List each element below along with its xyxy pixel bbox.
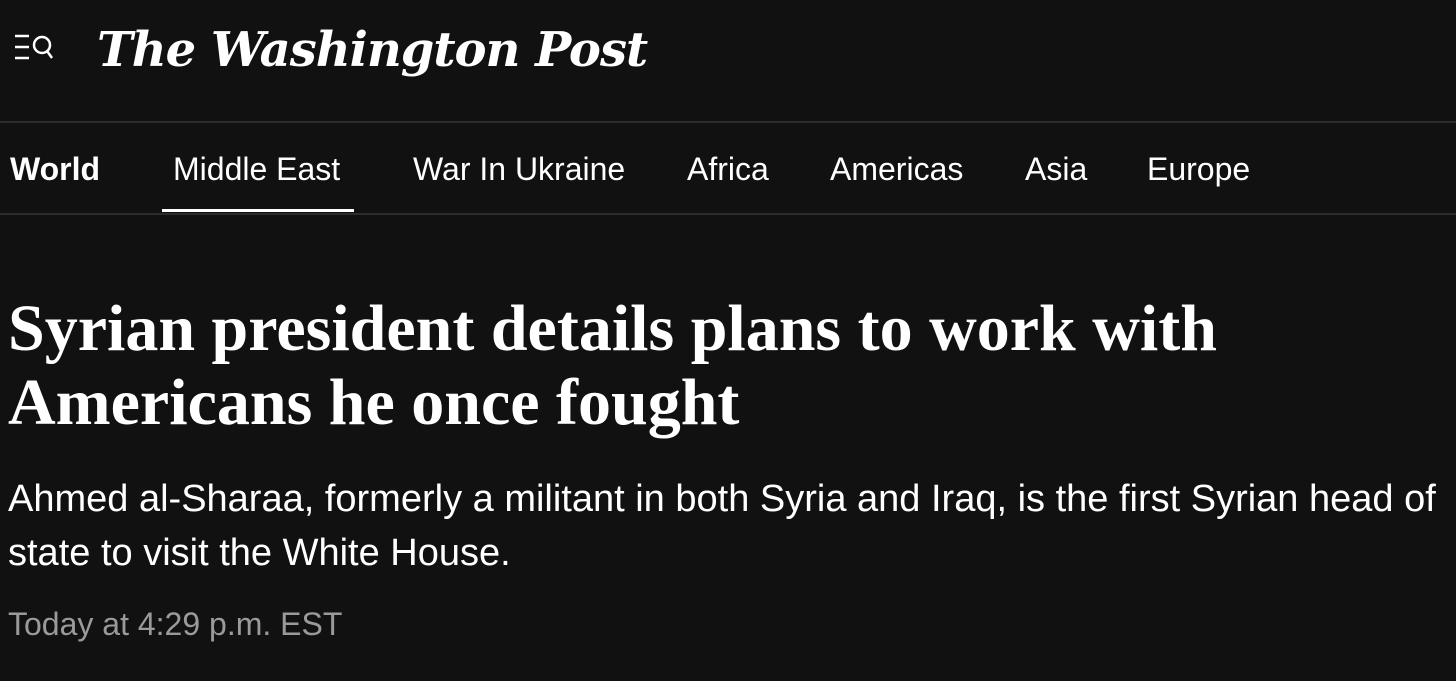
page: The Washington Post World Middle East Wa… <box>0 0 1456 681</box>
nav-section-world[interactable]: World <box>10 123 100 213</box>
article-timestamp: Today at 4:29 p.m. EST <box>8 606 343 642</box>
nav-item-war-in-ukraine[interactable]: War In Ukraine <box>413 123 625 213</box>
article-headline[interactable]: Syrian president details plans to work w… <box>8 292 1428 440</box>
nav-item-asia[interactable]: Asia <box>1025 123 1087 213</box>
article-dek: Ahmed al-Sharaa, formerly a militant in … <box>8 478 1436 574</box>
site-logo[interactable]: The Washington Post <box>97 14 648 86</box>
nav-item-europe[interactable]: Europe <box>1147 123 1250 213</box>
active-tab-indicator <box>162 209 354 212</box>
site-header: The Washington Post <box>0 0 1456 123</box>
menu-search-button[interactable] <box>12 30 56 66</box>
menu-search-icon <box>15 34 54 60</box>
section-nav: World Middle East War In Ukraine Africa … <box>0 123 1456 215</box>
nav-item-middle-east[interactable]: Middle East <box>173 123 340 213</box>
nav-item-americas[interactable]: Americas <box>830 123 963 213</box>
nav-item-africa[interactable]: Africa <box>687 123 769 213</box>
